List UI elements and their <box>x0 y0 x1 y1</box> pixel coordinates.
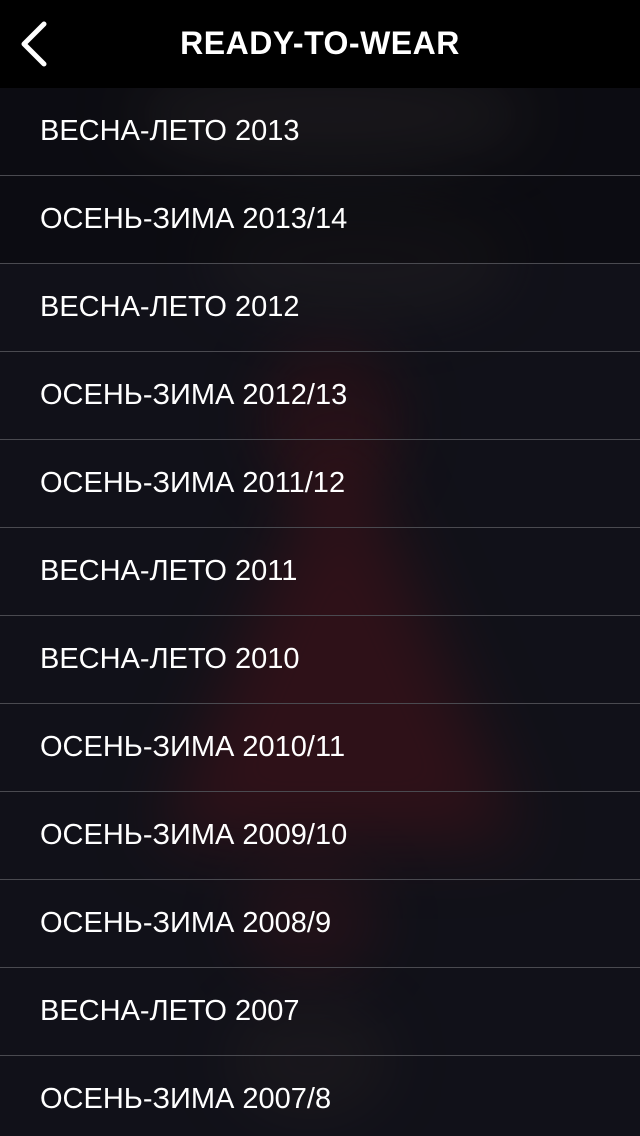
list-item[interactable]: ОСЕНЬ-ЗИМА 2010/11 <box>0 704 640 792</box>
list-item-label: ВЕСНА-ЛЕТО 2012 <box>40 291 300 323</box>
list-item[interactable]: ОСЕНЬ-ЗИМА 2007/8 <box>0 1056 640 1136</box>
collections-list: ВЕСНА-ЛЕТО 2013 ОСЕНЬ-ЗИМА 2013/14 ВЕСНА… <box>0 88 640 1136</box>
list-item-label: ОСЕНЬ-ЗИМА 2012/13 <box>40 379 348 411</box>
list-item[interactable]: ВЕСНА-ЛЕТО 2013 <box>0 88 640 176</box>
list-item[interactable]: ОСЕНЬ-ЗИМА 2008/9 <box>0 880 640 968</box>
list-item-label: ОСЕНЬ-ЗИМА 2008/9 <box>40 907 332 939</box>
list-item[interactable]: ВЕСНА-ЛЕТО 2007 <box>0 968 640 1056</box>
list-item-label: ОСЕНЬ-ЗИМА 2013/14 <box>40 203 348 235</box>
list-item[interactable]: ОСЕНЬ-ЗИМА 2011/12 <box>0 440 640 528</box>
list-item[interactable]: ВЕСНА-ЛЕТО 2012 <box>0 264 640 352</box>
navigation-bar: READY-TO-WEAR <box>0 0 640 88</box>
list-item-label: ВЕСНА-ЛЕТО 2011 <box>40 555 298 587</box>
list-item[interactable]: ВЕСНА-ЛЕТО 2010 <box>0 616 640 704</box>
list-item-label: ВЕСНА-ЛЕТО 2007 <box>40 995 300 1027</box>
list-item-label: ОСЕНЬ-ЗИМА 2010/11 <box>40 731 346 763</box>
list-item[interactable]: ВЕСНА-ЛЕТО 2011 <box>0 528 640 616</box>
list-item-label: ОСЕНЬ-ЗИМА 2007/8 <box>40 1083 332 1115</box>
list-item[interactable]: ОСЕНЬ-ЗИМА 2009/10 <box>0 792 640 880</box>
page-title: READY-TO-WEAR <box>180 25 460 61</box>
list-item[interactable]: ОСЕНЬ-ЗИМА 2013/14 <box>0 176 640 264</box>
list-item[interactable]: ОСЕНЬ-ЗИМА 2012/13 <box>0 352 640 440</box>
back-button[interactable] <box>10 14 70 74</box>
list-item-label: ВЕСНА-ЛЕТО 2010 <box>40 643 300 675</box>
list-item-label: ВЕСНА-ЛЕТО 2013 <box>40 115 300 147</box>
list-item-label: ОСЕНЬ-ЗИМА 2009/10 <box>40 819 348 851</box>
chevron-left-icon <box>21 21 47 67</box>
list-item-label: ОСЕНЬ-ЗИМА 2011/12 <box>40 467 346 499</box>
app-screen: READY-TO-WEAR ВЕСНА-ЛЕТО 2013 ОСЕНЬ-ЗИМА… <box>0 0 640 1136</box>
